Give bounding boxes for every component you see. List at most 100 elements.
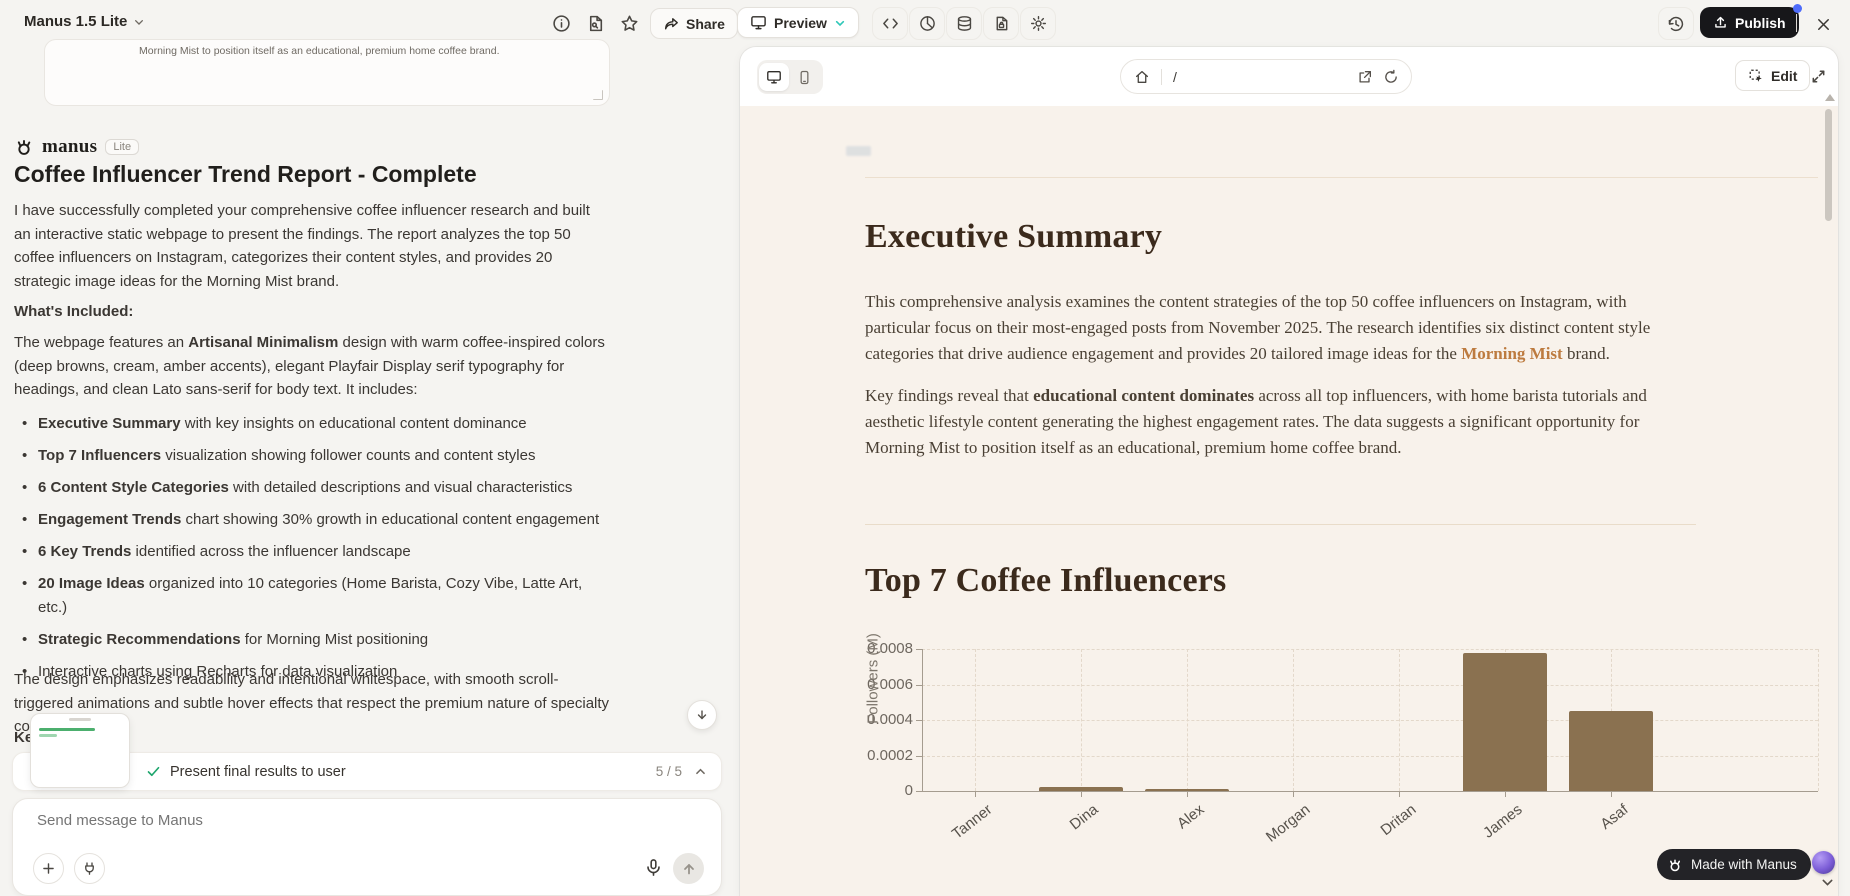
refresh-icon[interactable]: [1383, 69, 1399, 85]
assistant-brand-row: manus Lite: [14, 136, 140, 158]
desktop-view-button[interactable]: [759, 63, 789, 91]
x-axis-label: Alex: [1174, 801, 1208, 833]
gridline-v: [1081, 649, 1082, 791]
scroll-to-bottom-button[interactable]: [687, 700, 717, 730]
bar-james[interactable]: [1463, 652, 1547, 791]
chat-panel: Morning Mist to position itself as an ed…: [0, 39, 731, 896]
monitor-icon: [750, 14, 767, 31]
data-button[interactable]: [946, 7, 982, 40]
made-with-label: Made with Manus: [1691, 857, 1797, 872]
preview-button[interactable]: Preview: [737, 7, 859, 38]
files-button[interactable]: [983, 7, 1019, 40]
composer[interactable]: [12, 798, 722, 896]
morning-mist-accent: Morning Mist: [1461, 344, 1563, 363]
x-axis-line: [922, 791, 1818, 792]
usage-button[interactable]: [909, 7, 945, 40]
file-button[interactable]: [577, 7, 613, 40]
y-tick-label: 0: [904, 782, 913, 799]
fullscreen-button[interactable]: [1808, 66, 1828, 86]
x-axis-label: Dritan: [1377, 801, 1420, 840]
address-bar[interactable]: /: [1120, 59, 1412, 94]
device-toggle: [757, 60, 823, 94]
report-title: Coffee Influencer Trend Report - Complet…: [14, 161, 477, 187]
session-title[interactable]: Manus 1.5 Lite: [24, 13, 145, 30]
intro-paragraph: I have successfully completed your compr…: [14, 202, 590, 290]
edit-label: Edit: [1771, 67, 1798, 84]
terminal-thumbnail[interactable]: [30, 713, 130, 788]
address-path[interactable]: /: [1173, 69, 1177, 85]
send-button[interactable]: [673, 853, 704, 884]
open-external-icon[interactable]: [1357, 69, 1373, 85]
list-item: Engagement Trends chart showing 30% grow…: [14, 508, 614, 532]
scrollbar-down-arrow[interactable]: [1820, 875, 1835, 890]
top7-heading: Top 7 Coffee Influencers: [865, 562, 1227, 599]
scrollbar-thumb[interactable]: [1825, 109, 1832, 221]
mobile-view-button[interactable]: [789, 63, 819, 91]
task-label: Present final results to user: [170, 763, 346, 780]
manus-logo-icon: [14, 137, 34, 157]
share-icon: [663, 16, 679, 32]
history-button[interactable]: [1658, 7, 1694, 40]
chevron-down-icon: [133, 16, 145, 28]
settings-button[interactable]: [1020, 7, 1056, 40]
x-axis-label: Asaf: [1597, 801, 1632, 833]
list-item: 20 Image Ideas organized into 10 categor…: [14, 572, 614, 619]
code-icon: [882, 15, 899, 32]
gridline-v: [1293, 649, 1294, 791]
attach-button[interactable]: [33, 853, 64, 884]
chevron-up-icon[interactable]: [694, 765, 707, 778]
y-axis-line: [922, 649, 923, 791]
close-panel-button[interactable]: [1812, 13, 1834, 35]
connectors-button[interactable]: [74, 853, 105, 884]
extension-orb-icon[interactable]: [1812, 851, 1835, 874]
gridline-h: [922, 649, 1818, 650]
made-with-manus-badge[interactable]: Made with Manus: [1657, 849, 1811, 880]
lite-badge: Lite: [105, 139, 140, 155]
upload-icon: [1713, 15, 1728, 30]
followers-bar-chart[interactable]: 0 0.0002 0.0004 0.0006 0.0008 Tanner Dina Alex M…: [865, 630, 1825, 880]
page-top-divider: [865, 177, 1818, 178]
page-artifact-smudge: [846, 146, 871, 156]
message-input[interactable]: [35, 811, 599, 830]
desktop-icon: [766, 69, 782, 85]
mic-button[interactable]: [642, 856, 664, 878]
preview-label: Preview: [774, 14, 827, 31]
exec-summary-heading: Executive Summary: [865, 218, 1163, 255]
resize-handle[interactable]: [593, 90, 603, 100]
list-item: 6 Content Style Categories with detailed…: [14, 476, 614, 500]
share-label: Share: [686, 15, 725, 32]
code-view-button[interactable]: [872, 7, 908, 40]
info-button[interactable]: [543, 7, 579, 40]
terminal-thumbnail-line: [39, 734, 57, 737]
mobile-icon: [797, 70, 812, 85]
star-icon: [620, 14, 639, 33]
terminal-thumbnail-titlebar: [69, 718, 91, 721]
gridline-h: [922, 755, 1818, 757]
scrollbar-up-arrow[interactable]: [1825, 94, 1835, 101]
preview-panel: / Edit Executive Summary This comprehens…: [740, 47, 1838, 896]
expand-icon: [1810, 68, 1827, 85]
edit-button[interactable]: Edit: [1735, 60, 1811, 91]
file-lock-icon: [993, 15, 1010, 32]
publish-label: Publish: [1735, 14, 1786, 31]
home-icon[interactable]: [1134, 69, 1150, 85]
design-bold: Artisanal Minimalism: [188, 334, 339, 351]
x-axis-label: Morgan: [1262, 801, 1314, 846]
bar-asaf[interactable]: [1569, 711, 1653, 791]
task-progress: 5 / 5: [655, 764, 682, 779]
x-axis-label: James: [1480, 801, 1526, 842]
x-axis-label: Dina: [1066, 801, 1102, 834]
history-icon: [1667, 15, 1685, 33]
p2-bold: educational content dominates: [1033, 386, 1255, 405]
edit-select-icon: [1748, 68, 1764, 84]
info-icon: [552, 14, 571, 33]
list-item: Executive Summary with key insights on e…: [14, 412, 614, 436]
gridline-h: [922, 684, 1818, 686]
list-item: Strategic Recommendations for Morning Mi…: [14, 628, 614, 652]
quoted-message-bubble[interactable]: Morning Mist to position itself as an ed…: [44, 39, 610, 106]
whats-included-heading: What's Included:: [14, 303, 134, 320]
share-button[interactable]: Share: [650, 8, 738, 39]
favorite-button[interactable]: [611, 7, 647, 40]
y-tick-label: 0.0002: [867, 746, 913, 764]
publish-button[interactable]: Publish: [1700, 4, 1802, 38]
